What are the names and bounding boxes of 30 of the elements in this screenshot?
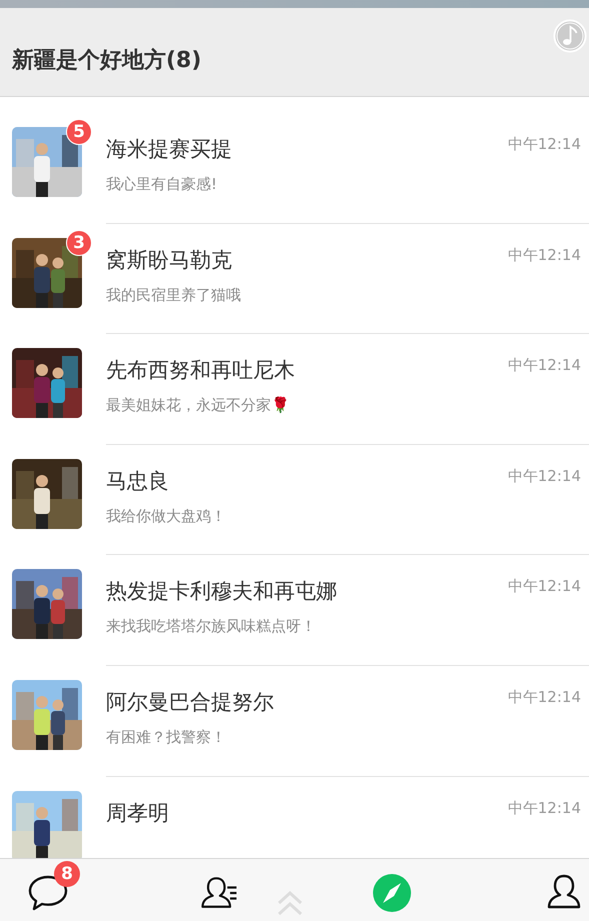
chat-row[interactable]: 马忠良 中午12:14 我给你做大盘鸡！ xyxy=(0,444,589,556)
message-time: 中午12:14 xyxy=(508,577,581,596)
message-preview: 最美姐妹花，永远不分家🌹 xyxy=(106,396,290,416)
contact-name: 马忠良 xyxy=(106,468,169,495)
message-preview: 我给你做大盘鸡！ xyxy=(106,506,226,526)
unread-badge: 5 xyxy=(66,119,92,145)
chat-row[interactable]: 阿尔曼巴合提努尔 中午12:14 有困难？找警察！ xyxy=(0,666,589,777)
contact-name: 阿尔曼巴合提努尔 xyxy=(106,688,274,716)
unread-badge: 8 xyxy=(54,861,80,887)
message-preview: 我的民宿里养了猫哦 xyxy=(106,286,241,305)
message-time: 中午12:14 xyxy=(508,688,581,707)
message-preview: 来找我吃塔塔尔族风味糕点呀！ xyxy=(106,617,316,636)
message-time: 中午12:14 xyxy=(508,466,581,486)
chat-row[interactable]: 先布西努和再吐尼木 中午12:14 最美姐妹花，永远不分家🌹 xyxy=(0,334,589,445)
message-time: 中午12:14 xyxy=(508,356,581,376)
chat-row[interactable]: 海米提赛买提 中午12:14 我心里有自豪感! 5 xyxy=(0,113,589,224)
message-time: 中午12:14 xyxy=(508,135,581,154)
contact-name: 窝斯盼马勒克 xyxy=(106,246,232,274)
message-time: 中午12:14 xyxy=(508,798,581,818)
message-preview: 有困难？找警察！ xyxy=(106,728,226,747)
chat-row[interactable]: 窝斯盼马勒克 中午12:14 我的民宿里养了猫哦 3 xyxy=(0,224,589,334)
contact-name: 热发提卡利穆夫和再屯娜 xyxy=(106,578,337,606)
chat-row[interactable]: 热发提卡利穆夫和再屯娜 中午12:14 来找我吃塔塔尔族风味糕点呀！ xyxy=(0,555,589,666)
message-time: 中午12:14 xyxy=(508,246,581,265)
message-preview: 我心里有自豪感! xyxy=(106,175,218,194)
contact-name: 周孝明 xyxy=(106,800,169,827)
chat-title: 新疆是个好地方(8) xyxy=(12,46,202,75)
unread-badge: 3 xyxy=(66,230,92,256)
contact-name: 先布西努和再吐尼木 xyxy=(106,357,295,384)
contact-name: 海米提赛买提 xyxy=(106,136,232,163)
